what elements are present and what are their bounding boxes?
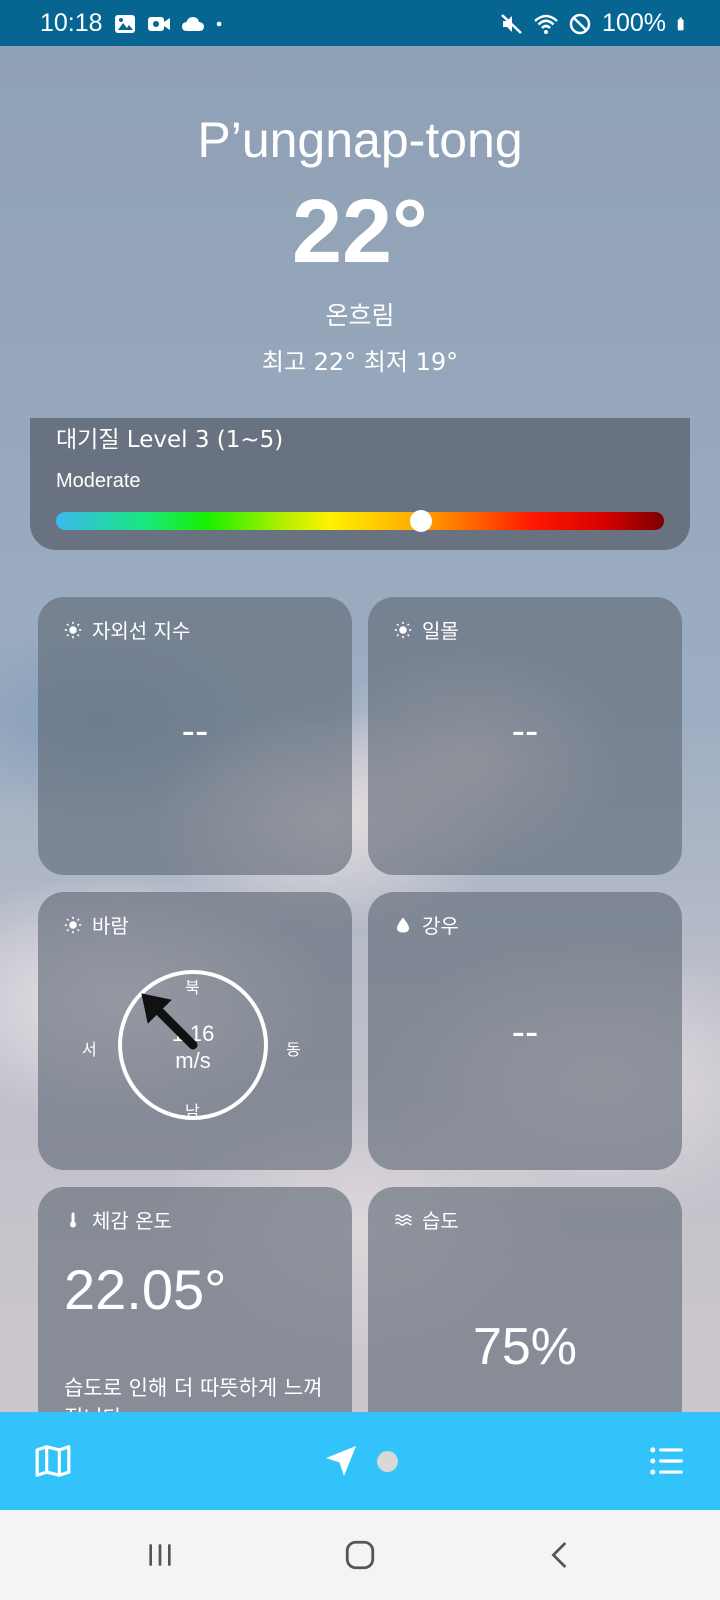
uv-index-title: 자외선 지수 (92, 619, 191, 643)
weather-condition: 온흐림 (325, 301, 395, 330)
waves-icon (394, 1213, 412, 1226)
uv-index-card[interactable]: 자외선 지수 -- (38, 597, 352, 875)
location-list-button[interactable] (642, 1436, 692, 1486)
battery-percent: 100% (602, 9, 666, 37)
back-icon (551, 1542, 567, 1568)
battery-icon (677, 17, 684, 30)
block-icon (569, 13, 591, 34)
home-icon (345, 1540, 375, 1570)
dot-icon (216, 21, 221, 26)
air-quality-bar (56, 512, 664, 530)
map-icon (35, 1445, 71, 1477)
humidity-value: 75% (472, 1318, 578, 1376)
status-time: 10:18 (40, 9, 103, 37)
cloud-icon (181, 16, 204, 31)
back-button[interactable] (530, 1530, 590, 1580)
compass-west: 서 (82, 1040, 97, 1059)
weather-header: P’ungnap-tong 22° 온흐림 최고 22° 최저 19° (0, 100, 720, 377)
status-bar: 10:18 100% (0, 0, 720, 46)
city-name[interactable]: P’ungnap-tong (0, 100, 720, 180)
air-quality-status: Moderate (56, 470, 141, 492)
feels-like-card[interactable]: 체감 온도 22.05° 습도로 인해 더 따뜻하게 느껴집니다 (38, 1187, 352, 1447)
wind-title: 바람 (92, 914, 129, 938)
air-quality-title: 대기질 Level 3 (1~5) (56, 427, 284, 453)
wifi-icon (534, 14, 558, 34)
feels-like-title: 체감 온도 (92, 1209, 172, 1233)
sun-icon (394, 621, 412, 638)
list-icon (650, 1447, 683, 1475)
current-location-button[interactable] (316, 1436, 366, 1486)
wind-direction-arrow-icon (141, 993, 198, 1050)
humidity-title: 습도 (422, 1209, 459, 1233)
recent-apps-button[interactable] (130, 1530, 190, 1580)
compass-east: 동 (286, 1040, 301, 1059)
recent-apps-icon (149, 1544, 171, 1566)
sunset-card[interactable]: 일몰 -- (368, 597, 682, 875)
video-icon (147, 16, 170, 31)
map-button[interactable] (28, 1436, 78, 1486)
drop-icon (397, 917, 409, 932)
sun-icon (64, 621, 82, 638)
precipitation-card[interactable]: 강우 -- (368, 892, 682, 1170)
bottom-navigation-bar (0, 1412, 720, 1510)
feels-like-value: 22.05° (64, 1258, 227, 1321)
precipitation-title: 강우 (422, 914, 459, 938)
mute-icon (501, 13, 522, 34)
precipitation-value: -- (511, 1010, 539, 1054)
home-button[interactable] (330, 1530, 390, 1580)
air-quality-indicator (409, 510, 432, 532)
gallery-icon (114, 14, 135, 33)
location-arrow-icon (326, 1446, 356, 1476)
sunset-title: 일몰 (422, 619, 459, 643)
current-temperature: 22° (291, 182, 429, 282)
high-low-temperature: 최고 22° 최저 19° (261, 348, 459, 376)
wind-card[interactable]: 바람 북 남 동 서 1.16 m/s (38, 892, 352, 1170)
thermometer-icon (70, 1212, 76, 1227)
page-indicator-dot[interactable] (377, 1451, 398, 1472)
system-navigation-bar (0, 1510, 720, 1600)
air-quality-card[interactable]: 대기질 Level 3 (1~5) Moderate (30, 418, 690, 550)
sun-icon (64, 916, 82, 933)
uv-index-value: -- (181, 709, 209, 753)
humidity-card[interactable]: 습도 75% (368, 1187, 682, 1447)
sunset-value: -- (511, 709, 539, 753)
